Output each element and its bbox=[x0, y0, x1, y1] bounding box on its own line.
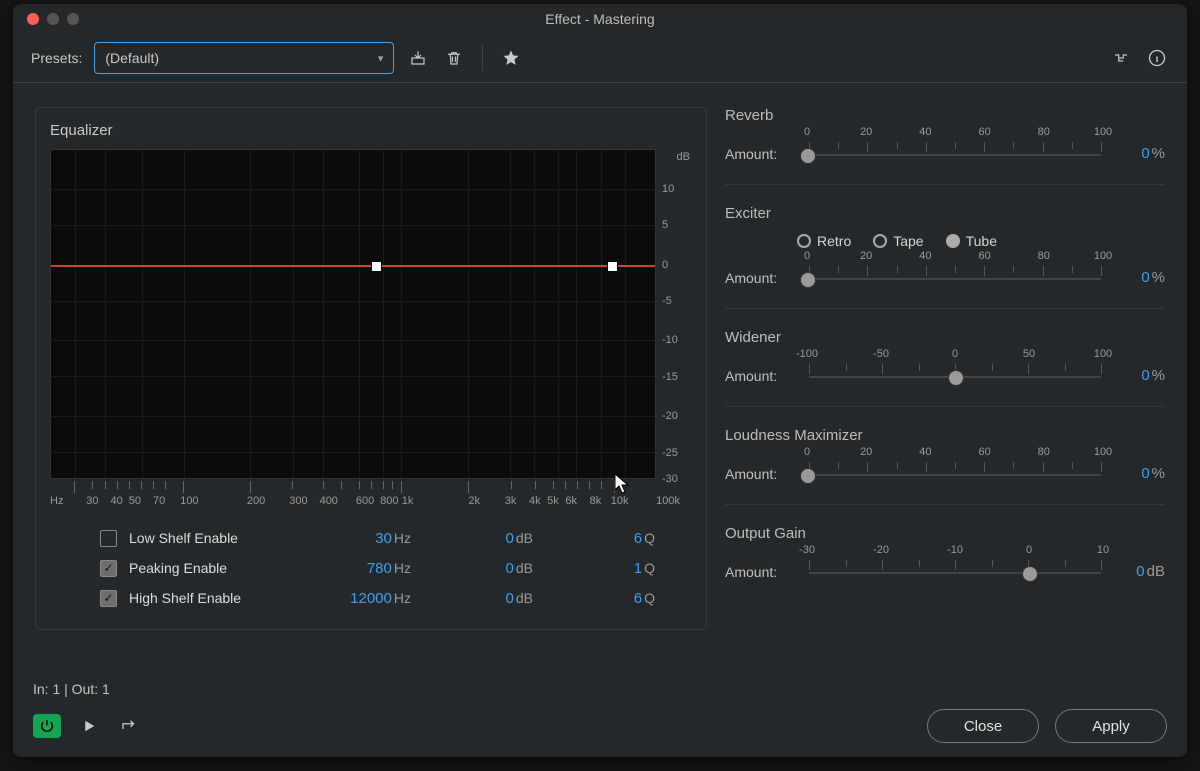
equalizer-panel: Equalizer bbox=[35, 107, 707, 630]
output-gain-section: Output Gain Amount: -30 -20 -10 0 10 bbox=[725, 525, 1165, 582]
reverb-title: Reverb bbox=[725, 107, 1165, 124]
high-shelf-freq-value[interactable]: 12000 bbox=[350, 590, 392, 607]
side-controls: Reverb Amount: 0 20 40 60 80 100 bbox=[725, 107, 1165, 630]
exciter-mode-tape[interactable]: Tape bbox=[873, 233, 923, 249]
reverb-amount-label: Amount: bbox=[725, 146, 795, 164]
peaking-q-value[interactable]: 1 bbox=[634, 560, 642, 577]
main-content: Equalizer bbox=[13, 83, 1187, 640]
reverb-slider-knob[interactable] bbox=[800, 148, 816, 164]
low-shelf-gain-value[interactable]: 0 bbox=[506, 530, 514, 547]
high-shelf-enable-checkbox[interactable] bbox=[100, 590, 117, 607]
eq-graph[interactable] bbox=[50, 149, 656, 479]
presets-label: Presets: bbox=[31, 50, 82, 66]
peaking-gain-value[interactable]: 0 bbox=[506, 560, 514, 577]
reverb-value[interactable]: 0 bbox=[1141, 145, 1149, 162]
eq-handle-peaking[interactable] bbox=[371, 261, 382, 272]
eq-parameters: Low Shelf Enable 30Hz 0dB 6Q Peaking Ena… bbox=[50, 523, 692, 613]
exciter-value[interactable]: 0 bbox=[1141, 269, 1149, 286]
apply-button[interactable]: Apply bbox=[1055, 709, 1167, 743]
exciter-section: Exciter Retro Tape Tube Amount: 0 20 40 … bbox=[725, 205, 1165, 288]
reverb-section: Reverb Amount: 0 20 40 60 80 100 bbox=[725, 107, 1165, 164]
peaking-freq-value[interactable]: 780 bbox=[367, 560, 392, 577]
power-toggle[interactable] bbox=[33, 714, 61, 738]
loudness-slider-knob[interactable] bbox=[800, 468, 816, 484]
favorite-icon[interactable] bbox=[499, 46, 523, 70]
widener-title: Widener bbox=[725, 329, 1165, 346]
loudness-section: Loudness Maximizer Amount: 0 20 40 60 80… bbox=[725, 427, 1165, 484]
low-shelf-freq-value[interactable]: 30 bbox=[375, 530, 392, 547]
chevron-down-icon: ▾ bbox=[378, 52, 384, 65]
peaking-enable-checkbox[interactable] bbox=[100, 560, 117, 577]
eq-handle-high-shelf[interactable] bbox=[607, 261, 618, 272]
presets-selected-value: (Default) bbox=[105, 50, 159, 66]
loudness-amount-slider[interactable]: 0 20 40 60 80 100 bbox=[807, 450, 1103, 484]
high-shelf-gain-value[interactable]: 0 bbox=[506, 590, 514, 607]
play-icon[interactable] bbox=[77, 714, 101, 738]
presets-select[interactable]: (Default) ▾ bbox=[94, 42, 394, 74]
widener-amount-label: Amount: bbox=[725, 368, 795, 386]
eq-x-axis: Hz 30 40 50 70 100 200 300 400 bbox=[50, 479, 656, 513]
loudness-amount-label: Amount: bbox=[725, 466, 795, 484]
exciter-amount-label: Amount: bbox=[725, 270, 795, 288]
widener-value[interactable]: 0 bbox=[1141, 367, 1149, 384]
x-axis-unit: Hz bbox=[50, 495, 63, 507]
high-shelf-q-value[interactable]: 6 bbox=[634, 590, 642, 607]
exciter-amount-slider[interactable]: 0 20 40 60 80 100 bbox=[807, 254, 1103, 288]
io-status: In: 1 | Out: 1 bbox=[33, 681, 1167, 697]
reverb-amount-slider[interactable]: 0 20 40 60 80 100 bbox=[807, 130, 1103, 164]
eq-row-low-shelf: Low Shelf Enable 30Hz 0dB 6Q bbox=[100, 523, 692, 553]
eq-row-high-shelf: High Shelf Enable 12000Hz 0dB 6Q bbox=[100, 583, 692, 613]
eq-graph-area: dB 10 5 0 -5 -10 -15 -20 -25 -30 bbox=[50, 149, 692, 479]
window-title: Effect - Mastering bbox=[13, 11, 1187, 27]
footer: In: 1 | Out: 1 Close Apply bbox=[13, 671, 1187, 757]
routing-icon[interactable] bbox=[1109, 46, 1133, 70]
output-value[interactable]: 0 bbox=[1136, 563, 1144, 580]
eq-curve bbox=[51, 265, 655, 267]
delete-preset-icon[interactable] bbox=[442, 46, 466, 70]
widener-section: Widener Amount: -100 -50 0 50 100 bbox=[725, 329, 1165, 386]
y-axis-unit: dB bbox=[677, 151, 690, 163]
equalizer-title: Equalizer bbox=[50, 122, 692, 139]
loudness-title: Loudness Maximizer bbox=[725, 427, 1165, 444]
output-gain-slider[interactable]: -30 -20 -10 0 10 bbox=[807, 548, 1103, 582]
exciter-title: Exciter bbox=[725, 205, 1165, 222]
output-amount-label: Amount: bbox=[725, 564, 795, 582]
loudness-value[interactable]: 0 bbox=[1141, 465, 1149, 482]
eq-y-axis: dB 10 5 0 -5 -10 -15 -20 -25 -30 bbox=[656, 149, 692, 479]
loop-icon[interactable] bbox=[117, 714, 141, 738]
exciter-mode-tube[interactable]: Tube bbox=[946, 233, 997, 249]
close-button[interactable]: Close bbox=[927, 709, 1039, 743]
low-shelf-enable-checkbox[interactable] bbox=[100, 530, 117, 547]
output-slider-knob[interactable] bbox=[1022, 566, 1038, 582]
exciter-mode-retro[interactable]: Retro bbox=[797, 233, 851, 249]
output-gain-title: Output Gain bbox=[725, 525, 1165, 542]
titlebar: Effect - Mastering bbox=[13, 4, 1187, 34]
high-shelf-label: High Shelf Enable bbox=[129, 590, 289, 606]
eq-row-peaking: Peaking Enable 780Hz 0dB 1Q bbox=[100, 553, 692, 583]
widener-amount-slider[interactable]: -100 -50 0 50 100 bbox=[807, 352, 1103, 386]
effect-mastering-window: Effect - Mastering Presets: (Default) ▾ … bbox=[13, 4, 1187, 757]
widener-slider-knob[interactable] bbox=[948, 370, 964, 386]
peaking-label: Peaking Enable bbox=[129, 560, 289, 576]
low-shelf-label: Low Shelf Enable bbox=[129, 530, 289, 546]
save-preset-icon[interactable] bbox=[406, 46, 430, 70]
exciter-slider-knob[interactable] bbox=[800, 272, 816, 288]
info-icon[interactable] bbox=[1145, 46, 1169, 70]
toolbar-separator bbox=[482, 45, 483, 71]
low-shelf-q-value[interactable]: 6 bbox=[634, 530, 642, 547]
toolbar: Presets: (Default) ▾ bbox=[13, 34, 1187, 83]
